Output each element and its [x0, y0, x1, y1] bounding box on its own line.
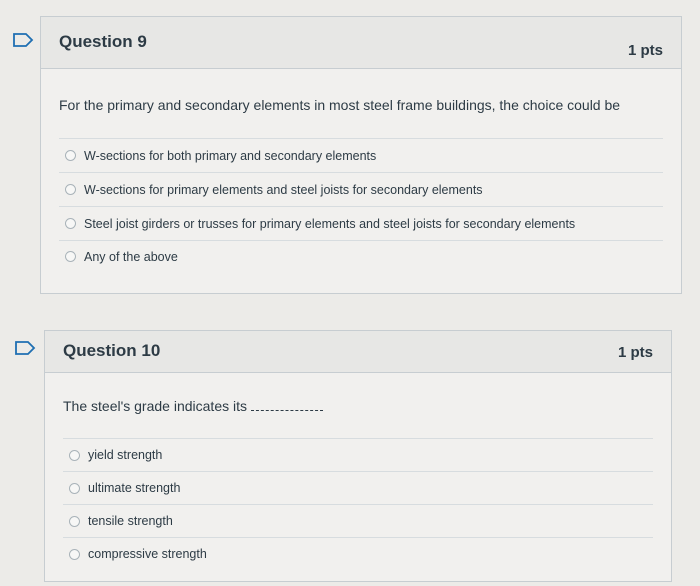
- answer-option[interactable]: W-sections for primary elements and stee…: [59, 172, 663, 206]
- question-10-header: Question 10 1 pts: [45, 331, 671, 373]
- answer-list: yield strength ultimate strength tensile…: [63, 438, 653, 570]
- answer-option[interactable]: ultimate strength: [63, 471, 653, 504]
- radio-button-icon[interactable]: [65, 218, 76, 229]
- question-title: Question 9: [59, 32, 147, 51]
- question-points: 1 pts: [617, 344, 653, 361]
- answer-label: tensile strength: [88, 514, 173, 528]
- fill-in-blank: [251, 410, 323, 411]
- radio-button-icon[interactable]: [65, 184, 76, 195]
- radio-button-icon[interactable]: [69, 548, 80, 560]
- question-prompt: The steel's grade indicates its: [63, 398, 323, 414]
- answer-option[interactable]: W-sections for both primary and secondar…: [59, 138, 663, 172]
- question-points: 1 pts: [627, 42, 663, 59]
- answer-option[interactable]: Any of the above: [59, 240, 663, 272]
- flag-question-10-icon[interactable]: [14, 340, 36, 356]
- answer-option[interactable]: Steel joist girders or trusses for prima…: [59, 206, 663, 240]
- question-title: Question 10: [63, 341, 161, 360]
- question-9-header: Question 9 1 pts: [41, 17, 681, 69]
- radio-button-icon[interactable]: [65, 251, 76, 262]
- answer-list: W-sections for both primary and secondar…: [59, 138, 663, 272]
- question-prompt-text: The steel's grade indicates its: [63, 398, 247, 414]
- answer-option[interactable]: tensile strength: [63, 504, 653, 537]
- answer-label: Any of the above: [84, 249, 178, 264]
- question-9-card: Question 9 1 pts For the primary and sec…: [40, 16, 682, 294]
- answer-label: Steel joist girders or trusses for prima…: [84, 216, 576, 231]
- answer-label: W-sections for primary elements and stee…: [84, 182, 483, 197]
- answer-label: yield strength: [88, 448, 163, 462]
- radio-button-icon[interactable]: [69, 482, 80, 494]
- answer-label: ultimate strength: [88, 481, 181, 495]
- answer-option[interactable]: compressive strength: [63, 537, 653, 570]
- answer-option[interactable]: yield strength: [63, 438, 653, 471]
- radio-button-icon[interactable]: [69, 515, 80, 527]
- radio-button-icon[interactable]: [65, 150, 76, 161]
- flag-question-9-icon[interactable]: [12, 32, 34, 48]
- answer-label: W-sections for both primary and secondar…: [84, 148, 377, 163]
- answer-label: compressive strength: [88, 547, 207, 561]
- radio-button-icon[interactable]: [69, 449, 80, 461]
- question-10-card: Question 10 1 pts The steel's grade indi…: [44, 330, 672, 582]
- question-prompt: For the primary and secondary elements i…: [59, 97, 621, 113]
